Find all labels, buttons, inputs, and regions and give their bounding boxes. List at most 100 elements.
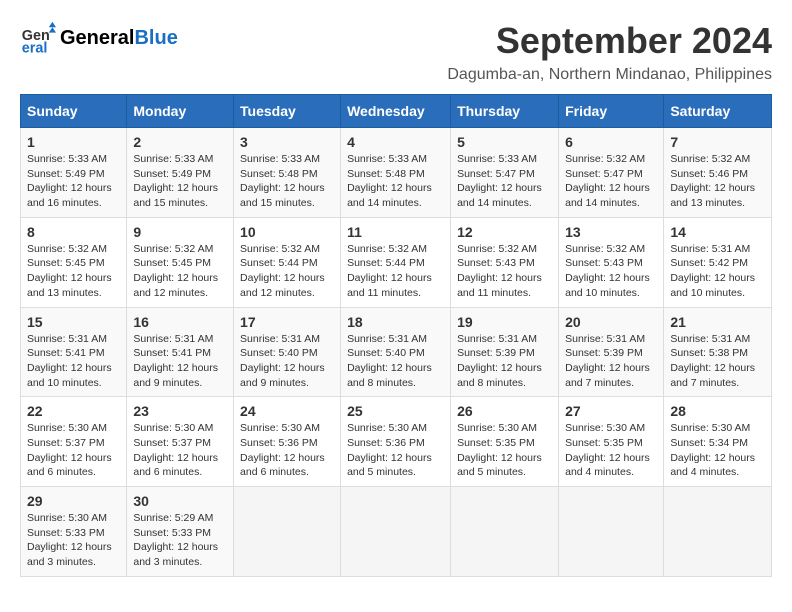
- day-info: Sunrise: 5:31 AMSunset: 5:38 PMDaylight:…: [670, 332, 765, 391]
- col-monday: Monday: [127, 95, 234, 128]
- day-info: Sunrise: 5:30 AMSunset: 5:37 PMDaylight:…: [133, 421, 227, 480]
- logo-general-text: General: [60, 27, 134, 49]
- table-row: 12 Sunrise: 5:32 AMSunset: 5:43 PMDayligh…: [451, 217, 559, 307]
- table-row: 17 Sunrise: 5:31 AMSunset: 5:40 PMDayligh…: [234, 307, 341, 397]
- day-info: Sunrise: 5:32 AMSunset: 5:45 PMDaylight:…: [133, 242, 227, 301]
- day-info: Sunrise: 5:33 AMSunset: 5:49 PMDaylight:…: [133, 152, 227, 211]
- title-section: September 2024 Dagumba-an, Northern Mind…: [447, 20, 772, 84]
- day-info: Sunrise: 5:31 AMSunset: 5:39 PMDaylight:…: [565, 332, 657, 391]
- calendar-week-row: 29 Sunrise: 5:30 AMSunset: 5:33 PMDayligh…: [21, 487, 772, 577]
- day-info: Sunrise: 5:29 AMSunset: 5:33 PMDaylight:…: [133, 511, 227, 570]
- day-number: 22: [27, 403, 120, 419]
- calendar-week-row: 15Sunrise: 5:31 AMSunset: 5:41 PMDayligh…: [21, 307, 772, 397]
- table-row: 13 Sunrise: 5:32 AMSunset: 5:43 PMDayligh…: [559, 217, 664, 307]
- table-row: 1Sunrise: 5:33 AMSunset: 5:49 PMDaylight…: [21, 128, 127, 218]
- day-info: Sunrise: 5:30 AMSunset: 5:34 PMDaylight:…: [670, 421, 765, 480]
- day-info: Sunrise: 5:32 AMSunset: 5:44 PMDaylight:…: [240, 242, 334, 301]
- table-row: 24Sunrise: 5:30 AMSunset: 5:36 PMDayligh…: [234, 397, 341, 487]
- day-number: 28: [670, 403, 765, 419]
- table-row: [451, 487, 559, 577]
- table-row: [341, 487, 451, 577]
- table-row: 5 Sunrise: 5:33 AMSunset: 5:47 PMDaylight…: [451, 128, 559, 218]
- day-number: 3: [240, 134, 334, 150]
- table-row: [664, 487, 772, 577]
- day-number: 5: [457, 134, 552, 150]
- day-info: Sunrise: 5:31 AMSunset: 5:41 PMDaylight:…: [133, 332, 227, 391]
- day-number: 16: [133, 314, 227, 330]
- table-row: 6 Sunrise: 5:32 AMSunset: 5:47 PMDaylight…: [559, 128, 664, 218]
- table-row: 7Sunrise: 5:32 AMSunset: 5:46 PMDaylight…: [664, 128, 772, 218]
- day-info: Sunrise: 5:30 AMSunset: 5:36 PMDaylight:…: [347, 421, 444, 480]
- table-row: 22 Sunrise: 5:30 AMSunset: 5:37 PMDayligh…: [21, 397, 127, 487]
- table-row: 3Sunrise: 5:33 AMSunset: 5:48 PMDaylight…: [234, 128, 341, 218]
- day-info: Sunrise: 5:33 AMSunset: 5:48 PMDaylight:…: [347, 152, 444, 211]
- table-row: 10Sunrise: 5:32 AMSunset: 5:44 PMDayligh…: [234, 217, 341, 307]
- day-info: Sunrise: 5:32 AMSunset: 5:43 PMDaylight:…: [565, 242, 657, 301]
- day-info: Sunrise: 5:31 AMSunset: 5:40 PMDaylight:…: [240, 332, 334, 391]
- day-info: Sunrise: 5:31 AMSunset: 5:39 PMDaylight:…: [457, 332, 552, 391]
- table-row: 21 Sunrise: 5:31 AMSunset: 5:38 PMDayligh…: [664, 307, 772, 397]
- location-title: Dagumba-an, Northern Mindanao, Philippin…: [447, 66, 772, 84]
- table-row: 16 Sunrise: 5:31 AMSunset: 5:41 PMDayligh…: [127, 307, 234, 397]
- day-number: 26: [457, 403, 552, 419]
- day-number: 27: [565, 403, 657, 419]
- day-info: Sunrise: 5:30 AMSunset: 5:35 PMDaylight:…: [565, 421, 657, 480]
- logo-blue-text: Blue: [134, 27, 177, 49]
- table-row: 2 Sunrise: 5:33 AMSunset: 5:49 PMDaylight…: [127, 128, 234, 218]
- table-row: 4 Sunrise: 5:33 AMSunset: 5:48 PMDaylight…: [341, 128, 451, 218]
- day-number: 25: [347, 403, 444, 419]
- day-number: 17: [240, 314, 334, 330]
- day-number: 20: [565, 314, 657, 330]
- day-info: Sunrise: 5:31 AMSunset: 5:40 PMDaylight:…: [347, 332, 444, 391]
- calendar-week-row: 22 Sunrise: 5:30 AMSunset: 5:37 PMDayligh…: [21, 397, 772, 487]
- day-number: 8: [27, 224, 120, 240]
- day-number: 11: [347, 224, 444, 240]
- table-row: [559, 487, 664, 577]
- day-info: Sunrise: 5:32 AMSunset: 5:47 PMDaylight:…: [565, 152, 657, 211]
- day-number: 9: [133, 224, 227, 240]
- logo-icon: Gen eral: [20, 20, 56, 56]
- table-row: 20 Sunrise: 5:31 AMSunset: 5:39 PMDayligh…: [559, 307, 664, 397]
- table-row: 19 Sunrise: 5:31 AMSunset: 5:39 PMDayligh…: [451, 307, 559, 397]
- day-info: Sunrise: 5:30 AMSunset: 5:33 PMDaylight:…: [27, 511, 120, 570]
- day-info: Sunrise: 5:33 AMSunset: 5:49 PMDaylight:…: [27, 152, 120, 211]
- day-number: 24: [240, 403, 334, 419]
- col-friday: Friday: [559, 95, 664, 128]
- calendar-week-row: 1Sunrise: 5:33 AMSunset: 5:49 PMDaylight…: [21, 128, 772, 218]
- table-row: 28 Sunrise: 5:30 AMSunset: 5:34 PMDayligh…: [664, 397, 772, 487]
- day-number: 19: [457, 314, 552, 330]
- day-info: Sunrise: 5:32 AMSunset: 5:46 PMDaylight:…: [670, 152, 765, 211]
- table-row: 18 Sunrise: 5:31 AMSunset: 5:40 PMDayligh…: [341, 307, 451, 397]
- table-row: 25 Sunrise: 5:30 AMSunset: 5:36 PMDayligh…: [341, 397, 451, 487]
- table-row: 26 Sunrise: 5:30 AMSunset: 5:35 PMDayligh…: [451, 397, 559, 487]
- table-row: 14Sunrise: 5:31 AMSunset: 5:42 PMDayligh…: [664, 217, 772, 307]
- calendar-table: Sunday Monday Tuesday Wednesday Thursday…: [20, 94, 772, 577]
- col-tuesday: Tuesday: [234, 95, 341, 128]
- svg-text:eral: eral: [22, 40, 48, 56]
- table-row: 27 Sunrise: 5:30 AMSunset: 5:35 PMDayligh…: [559, 397, 664, 487]
- logo: Gen eral GeneralBlue: [20, 20, 178, 56]
- table-row: [234, 487, 341, 577]
- col-wednesday: Wednesday: [341, 95, 451, 128]
- day-number: 6: [565, 134, 657, 150]
- day-info: Sunrise: 5:32 AMSunset: 5:44 PMDaylight:…: [347, 242, 444, 301]
- day-number: 18: [347, 314, 444, 330]
- day-info: Sunrise: 5:33 AMSunset: 5:47 PMDaylight:…: [457, 152, 552, 211]
- day-number: 4: [347, 134, 444, 150]
- day-number: 23: [133, 403, 227, 419]
- table-row: 30 Sunrise: 5:29 AMSunset: 5:33 PMDayligh…: [127, 487, 234, 577]
- day-number: 13: [565, 224, 657, 240]
- day-info: Sunrise: 5:32 AMSunset: 5:45 PMDaylight:…: [27, 242, 120, 301]
- page-header: Gen eral GeneralBlue September 2024 Dagu…: [20, 20, 772, 84]
- day-info: Sunrise: 5:30 AMSunset: 5:35 PMDaylight:…: [457, 421, 552, 480]
- day-number: 21: [670, 314, 765, 330]
- day-info: Sunrise: 5:30 AMSunset: 5:37 PMDaylight:…: [27, 421, 120, 480]
- day-number: 2: [133, 134, 227, 150]
- day-info: Sunrise: 5:32 AMSunset: 5:43 PMDaylight:…: [457, 242, 552, 301]
- day-number: 29: [27, 493, 120, 509]
- table-row: 8 Sunrise: 5:32 AMSunset: 5:45 PMDaylight…: [21, 217, 127, 307]
- day-number: 12: [457, 224, 552, 240]
- day-number: 30: [133, 493, 227, 509]
- calendar-week-row: 8 Sunrise: 5:32 AMSunset: 5:45 PMDaylight…: [21, 217, 772, 307]
- month-title: September 2024: [447, 20, 772, 62]
